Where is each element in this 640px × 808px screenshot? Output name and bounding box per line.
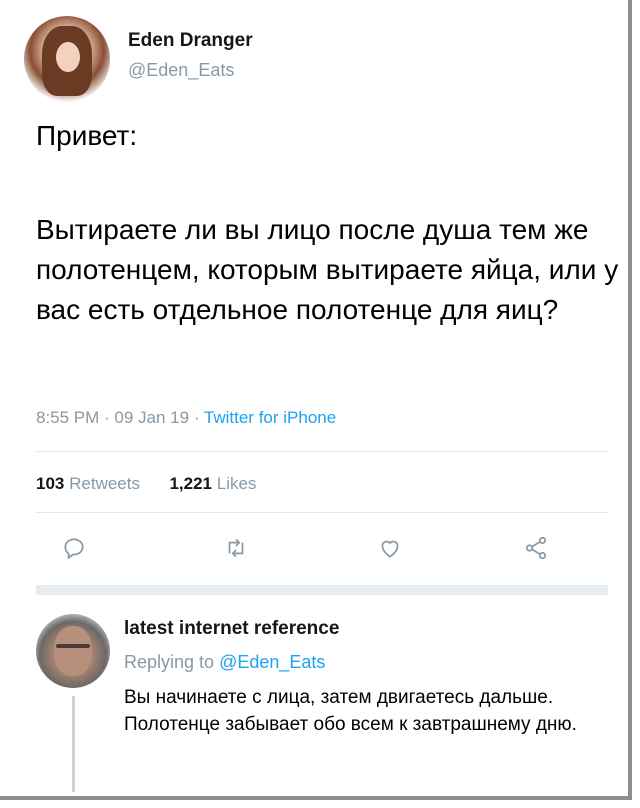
tweet-timestamp: 8:55 PM · 09 Jan 19 · [36,408,204,427]
tweet-stats: 103 Retweets 1,221 Likes [36,474,256,494]
retweet-button[interactable] [218,530,254,566]
avatar-brow [56,644,90,648]
reply-button[interactable] [56,530,92,566]
author-handle[interactable]: @Eden_Eats [128,60,234,81]
retweet-icon [228,538,244,558]
reply-text: Вы начинаете с лица, затем двигаетесь да… [124,687,577,735]
author-avatar[interactable] [24,16,110,102]
like-button[interactable] [372,530,408,566]
tweet-client-link[interactable]: Twitter for iPhone [204,408,336,427]
screenshot-frame: Eden Dranger @Eden_Eats Привет: Вытирает… [0,0,632,800]
reply-tweet: latest internet reference Replying to @E… [0,600,632,800]
avatar-face [56,42,80,72]
thread-separator [36,585,608,595]
reply-icon [64,538,84,560]
reply-author-avatar[interactable] [36,614,110,688]
tweet-text: Вытираете ли вы лицо после душа тем же п… [36,214,619,325]
likes-count[interactable]: 1,221 [169,474,212,493]
reply-author-name[interactable]: latest internet reference [124,618,339,640]
thread-line [72,696,75,792]
like-icon [381,540,399,558]
retweets-label[interactable]: Retweets [69,474,140,493]
avatar-head [54,626,92,676]
likes-label[interactable]: Likes [217,474,257,493]
main-tweet: Eden Dranger @Eden_Eats Привет: Вытирает… [0,0,632,588]
replying-to: Replying to @Eden_Eats [124,652,325,673]
share-button[interactable] [518,530,554,566]
action-bar [0,530,632,570]
tweet-greeting: Привет: [36,120,138,151]
tweet-meta: 8:55 PM · 09 Jan 19 · Twitter for iPhone [36,408,336,428]
divider [36,512,608,513]
retweets-count[interactable]: 103 [36,474,64,493]
author-name[interactable]: Eden Dranger [128,30,253,52]
replying-mention-link[interactable]: @Eden_Eats [219,652,325,672]
replying-prefix: Replying to [124,652,220,672]
divider [36,451,608,452]
share-icon [525,536,547,560]
